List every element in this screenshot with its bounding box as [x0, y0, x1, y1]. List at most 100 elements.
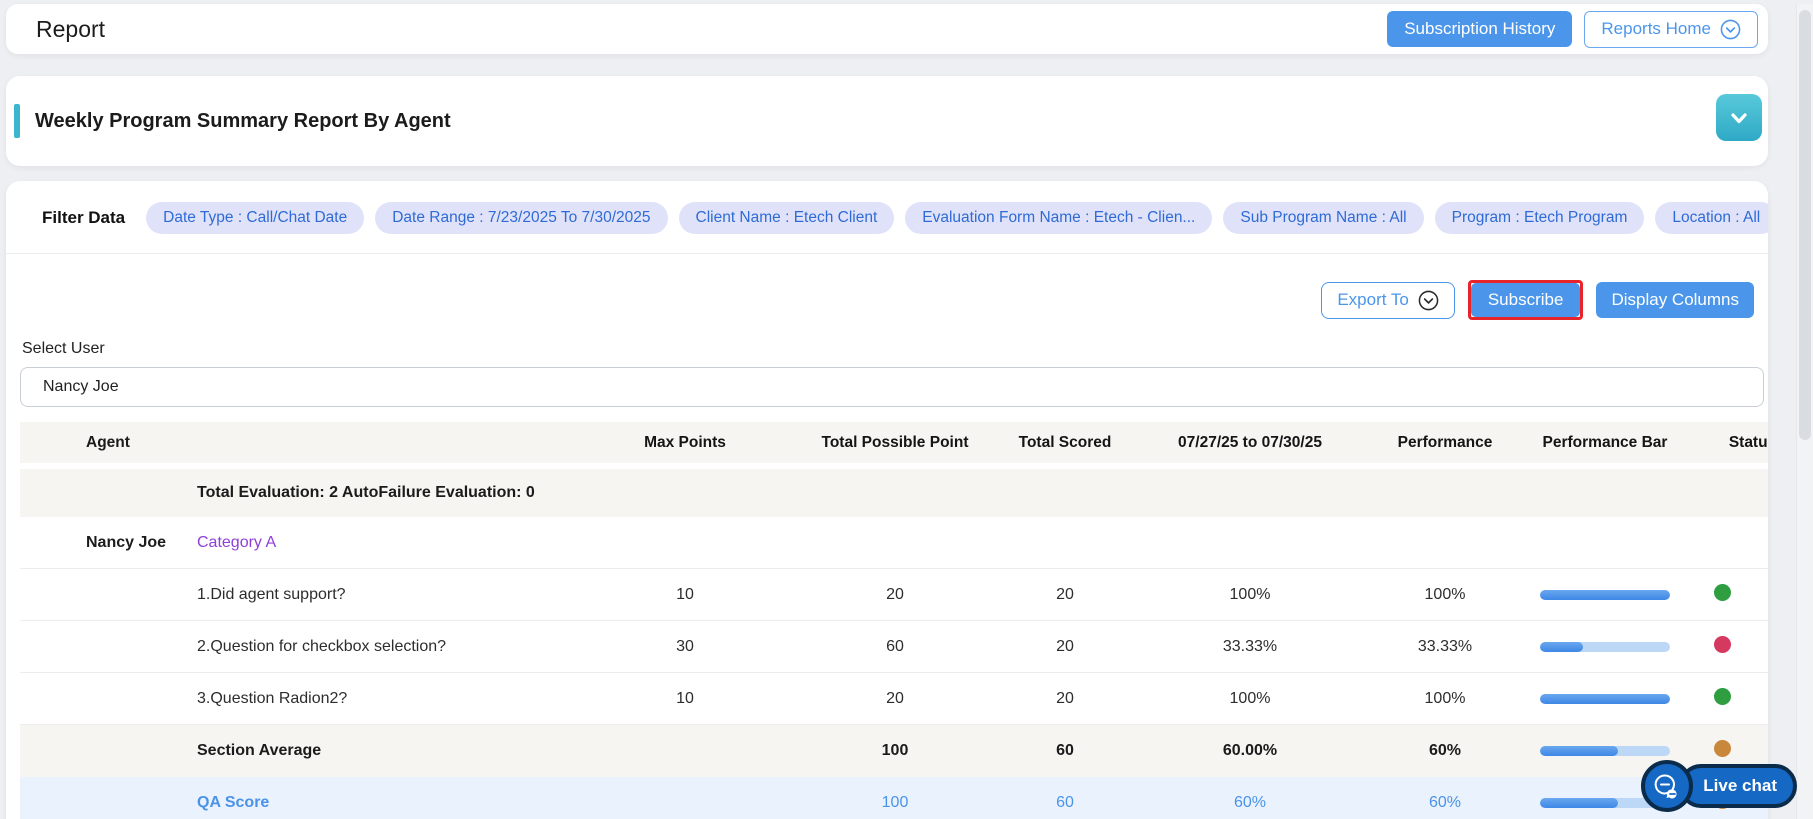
total-possible-value: 100 [881, 794, 909, 811]
status-dot [1714, 583, 1731, 601]
performance-bar [1540, 693, 1670, 704]
report-title-card: Weekly Program Summary Report By Agent [6, 76, 1768, 166]
date-range-value: 33.33% [1222, 637, 1278, 655]
performance-bar [1540, 746, 1670, 756]
status-dot [1714, 635, 1731, 653]
reports-home-button[interactable]: Reports Home [1584, 10, 1758, 48]
display-columns-label: Display Columns [1611, 290, 1739, 309]
max-points-value: 10 [676, 689, 694, 707]
status-cell [1670, 635, 1768, 658]
header-actions: Subscription History Reports Home [1387, 10, 1758, 48]
date-range-value: 60.00% [1222, 742, 1278, 759]
display-columns-button[interactable]: Display Columns [1596, 282, 1754, 318]
vertical-scrollbar[interactable] [1796, 4, 1813, 819]
subscribe-button[interactable]: Subscribe [1470, 283, 1581, 317]
col-total-possible-point: Total Possible Point [821, 433, 969, 451]
status-cell [1670, 740, 1768, 762]
question-row: 2.Question for checkbox selection? 30 60… [20, 621, 1768, 673]
max-points-value: 30 [676, 637, 694, 655]
question-row: 1.Did agent support? 10 20 20 100% 100% [20, 569, 1768, 621]
col-total-scored: Total Scored [1018, 433, 1112, 451]
table-toolbar: Export To Subscribe Display Columns [6, 280, 1768, 320]
date-range-value: 100% [1229, 585, 1271, 603]
question-label: 1.Did agent support? [197, 585, 346, 603]
performance-value: 100% [1424, 585, 1466, 603]
filter-data-label: Filter Data [42, 208, 126, 227]
export-to-label: Export To [1337, 290, 1409, 309]
filter-chip-evaluation-form[interactable]: Evaluation Form Name : Etech - Clien... [905, 202, 1213, 234]
live-chat-widget[interactable]: Live chat [1641, 760, 1797, 812]
col-status: Status [1728, 433, 1768, 451]
agent-category-row: Nancy Joe Category A [20, 517, 1768, 569]
subscription-history-button[interactable]: Subscription History [1387, 11, 1573, 47]
filter-chip-date-type[interactable]: Date Type : Call/Chat Date [146, 202, 365, 234]
performance-value: 60% [1428, 794, 1462, 811]
chevron-down-circle-icon [1418, 290, 1439, 310]
report-table: Agent Max Points Total Possible Point To… [20, 422, 1768, 819]
col-date-range: 07/27/25 to 07/30/25 [1178, 433, 1322, 451]
accent-bar [14, 104, 20, 138]
col-max-points: Max Points [644, 433, 726, 451]
question-row: 3.Question Radion2? 10 20 20 100% 100% [20, 673, 1768, 725]
performance-bar [1540, 641, 1670, 652]
filter-chip-date-range[interactable]: Date Range : 7/23/2025 To 7/30/2025 [375, 202, 668, 234]
total-scored-value: 20 [1056, 689, 1074, 707]
chevron-down-circle-icon [1720, 19, 1741, 39]
select-user-label: Select User [22, 340, 105, 357]
date-range-value: 60% [1233, 794, 1267, 811]
collapse-report-button[interactable] [1716, 94, 1762, 141]
filter-chip-sub-program[interactable]: Sub Program Name : All [1223, 202, 1424, 234]
status-dot [1714, 740, 1731, 757]
qa-score-row: QA Score 100 60 60% 60% [20, 777, 1768, 819]
total-scored-value: 20 [1056, 585, 1074, 603]
col-agent: Agent [86, 433, 130, 451]
evaluation-summary-row: Total Evaluation: 2 AutoFailure Evaluati… [20, 469, 1768, 517]
filter-chip-location[interactable]: Location : All [1655, 202, 1768, 234]
subscribe-label: Subscribe [1487, 290, 1564, 309]
max-points-value: 10 [676, 585, 694, 603]
chevron-down-icon [1731, 112, 1747, 123]
qa-score-label: QA Score [197, 794, 270, 811]
agent-name: Nancy Joe [86, 533, 167, 551]
select-user-input[interactable] [20, 367, 1764, 407]
live-chat-label: Live chat [1679, 764, 1797, 808]
status-cell [1670, 583, 1768, 606]
evaluation-summary-text: Total Evaluation: 2 AutoFailure Evaluati… [197, 484, 535, 501]
filter-chip-program[interactable]: Program : Etech Program [1434, 202, 1645, 234]
export-to-button[interactable]: Export To [1321, 281, 1455, 319]
section-average-row: Section Average 100 60 60.00% 60% [20, 725, 1768, 777]
total-possible-value: 20 [886, 689, 904, 707]
chat-bubble-icon [1641, 760, 1694, 812]
report-content-card: Filter Data Date Type : Call/Chat Date D… [6, 181, 1768, 819]
total-possible-value: 20 [886, 585, 904, 603]
total-scored-value: 20 [1056, 637, 1074, 655]
total-possible-value: 60 [886, 637, 904, 655]
performance-value: 100% [1424, 689, 1466, 707]
col-performance-bar: Performance Bar [1542, 433, 1668, 451]
section-average-label: Section Average [197, 742, 322, 759]
subscribe-highlight-box: Subscribe [1467, 280, 1584, 320]
filter-row: Filter Data Date Type : Call/Chat Date D… [6, 181, 1768, 254]
top-header: Report Subscription History Reports Home [6, 4, 1768, 54]
select-user-group: Select User [6, 340, 1768, 407]
total-scored-value: 60 [1056, 794, 1074, 811]
performance-value: 60% [1428, 742, 1462, 759]
col-performance: Performance [1397, 433, 1493, 451]
question-label: 3.Question Radion2? [197, 689, 348, 707]
date-range-value: 100% [1229, 689, 1271, 707]
filter-chip-client-name[interactable]: Client Name : Etech Client [678, 202, 895, 234]
status-dot [1714, 687, 1731, 705]
total-scored-value: 60 [1056, 742, 1074, 759]
scrollbar-thumb[interactable] [1799, 10, 1811, 440]
performance-bar [1540, 589, 1670, 600]
subscription-history-label: Subscription History [1404, 19, 1556, 38]
status-cell [1670, 687, 1768, 710]
report-name: Weekly Program Summary Report By Agent [35, 109, 451, 132]
reports-home-label: Reports Home [1601, 19, 1711, 38]
table-header-row: Agent Max Points Total Possible Point To… [20, 422, 1768, 463]
question-label: 2.Question for checkbox selection? [197, 637, 447, 655]
page-title: Report [36, 15, 106, 42]
category-link[interactable]: Category A [197, 534, 276, 551]
total-possible-value: 100 [881, 742, 909, 759]
performance-value: 33.33% [1417, 637, 1473, 655]
